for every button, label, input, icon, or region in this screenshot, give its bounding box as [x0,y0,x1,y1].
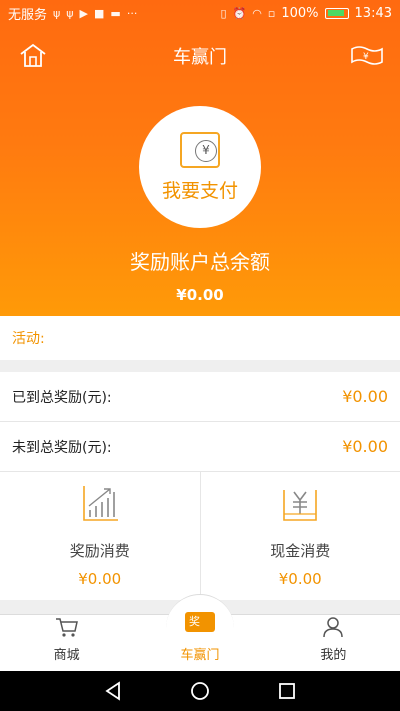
user-icon [323,617,344,638]
sim-icon: ▫ [267,6,276,20]
nav-item-mine[interactable]: 我的 [267,615,400,671]
arrived-rewards-value: ¥0.00 [342,387,388,406]
reward-consumption-label: 奖励消费 [69,542,130,560]
arrived-rewards-label: 已到总奖励(元): [12,389,112,406]
home-icon[interactable] [18,42,48,68]
growth-chart-icon [82,486,118,521]
status-bar: 无服务 ψ ψ ▶ ■ ▬ ··· ▯ ⏰ ◠ ▫ 100% 13:43 [0,0,400,26]
more-notifications-icon: ··· [126,6,138,20]
nav-item-mall[interactable]: 商城 [0,615,133,671]
reward-consumption-value: ¥0.00 [78,570,122,588]
arrived-rewards-row: 已到总奖励(元): ¥0.00 [0,372,400,422]
svg-text:¥: ¥ [363,52,369,62]
hero-banner: 车赢门 ¥ ¥ 我要支付 奖励账户总余额 ¥0.00 [0,0,400,316]
balance-value: ¥0.00 [176,286,224,304]
system-nav-bar [0,671,400,711]
cart-icon [55,618,78,637]
cash-consumption-label: 现金消费 [270,542,331,560]
wifi-icon: ◠ [252,6,262,20]
usb-icon-2: ψ [66,6,74,20]
pay-button[interactable]: ¥ 我要支付 [139,106,261,228]
pending-rewards-value: ¥0.00 [342,437,388,456]
clock: 13:43 [354,5,392,21]
nav-label-mine: 我的 [320,648,347,663]
cash-tray-icon [283,490,318,521]
nav-label-cheyingmen: 车赢门 [180,648,220,663]
balance-title: 奖励账户总余额 [130,250,270,274]
play-store-icon: ▶ [79,6,89,20]
pending-rewards-row: 未到总奖励(元): ¥0.00 [0,422,400,472]
battery-percent: 100% [281,5,319,21]
back-icon[interactable] [102,680,124,702]
battery-icon [324,7,349,19]
app-notification-icon: ■ [94,6,105,20]
reward-card-icon[interactable]: 奖 [185,612,215,632]
home-circle-icon[interactable] [189,680,211,702]
pending-rewards-label: 未到总奖励(元): [12,439,112,456]
page-title: 车赢门 [173,47,227,68]
activity-label: 活动: [12,331,45,347]
cash-consumption-value: ¥0.00 [278,570,322,588]
recents-icon[interactable] [276,680,298,702]
top-bar: 车赢门 ¥ [0,36,400,76]
activity-section[interactable]: 活动: [0,316,400,360]
consumption-tiles: 奖励消费 ¥0.00 现金消费 ¥0.00 [0,472,400,600]
reward-consumption-tile[interactable]: 奖励消费 ¥0.00 [0,472,200,600]
vibrate-icon: ▯ [220,6,227,20]
cash-consumption-tile[interactable]: 现金消费 ¥0.00 [199,472,400,600]
alarm-icon: ⏰ [232,6,247,20]
yuan-coin-icon: ¥ [180,131,220,168]
carrier-text: 无服务 [8,7,48,23]
nav-label-mall: 商城 [53,648,80,663]
usb-icon: ψ [53,6,61,20]
wallet-icon[interactable]: ¥ [350,44,384,66]
app-notification-icon-2: ▬ [110,6,121,20]
pay-label: 我要支付 [161,179,238,202]
